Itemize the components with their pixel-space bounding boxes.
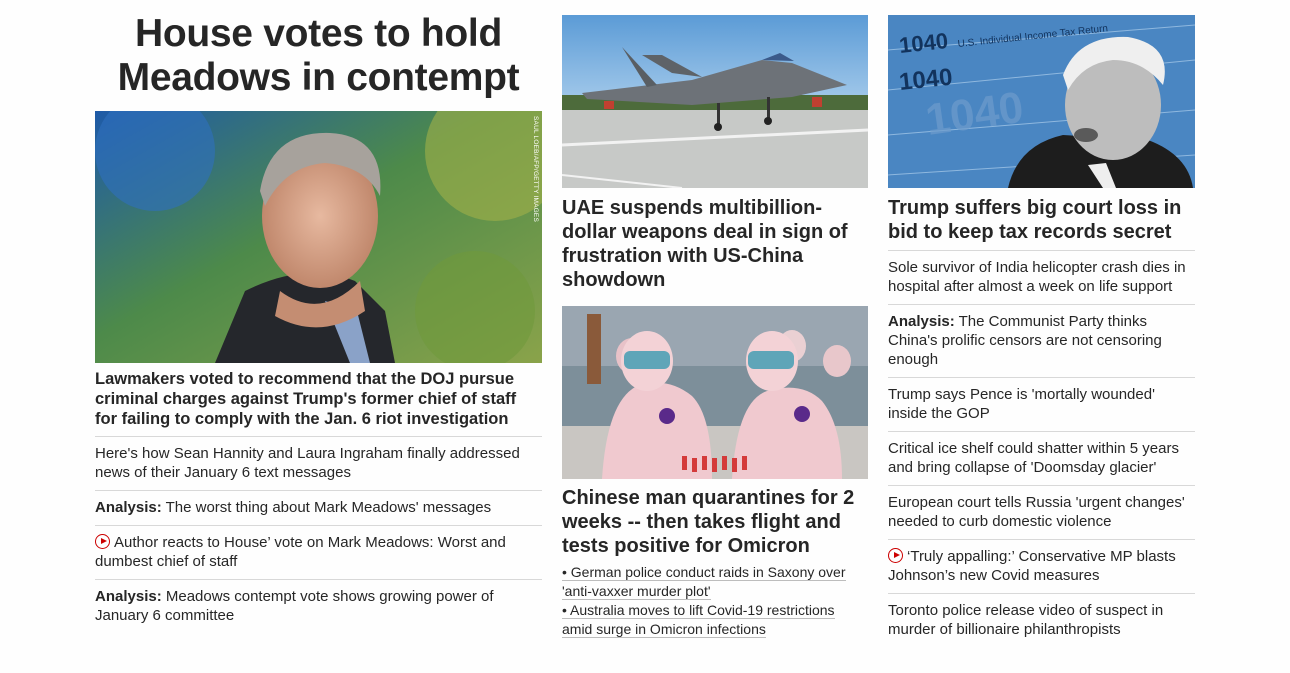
right-news-list: Sole survivor of India helicopter crash … (888, 250, 1195, 647)
news-text: European court tells Russia 'urgent chan… (888, 494, 1185, 530)
news-link[interactable]: Sole survivor of India helicopter crash … (888, 250, 1195, 304)
analysis-label: Analysis: (95, 588, 162, 605)
lead-caption[interactable]: Lawmakers voted to recommend that the DO… (95, 369, 542, 429)
analysis-label: Analysis: (95, 499, 162, 516)
f35-jet-photo[interactable] (562, 15, 868, 188)
related-text: The worst thing about Mark Meadows' mess… (161, 499, 492, 516)
lead-related-list: Here's how Sean Hannity and Laura Ingrah… (95, 436, 542, 633)
related-link[interactable]: Analysis: Meadows contempt vote shows gr… (95, 579, 542, 633)
trump-headline[interactable]: Trump suffers big court loss in bid to k… (888, 196, 1195, 244)
related-text: Author reacts to House’ vote on Mark Mea… (95, 534, 506, 570)
related-link[interactable]: Here's how Sean Hannity and Laura Ingrah… (95, 436, 542, 490)
omicron-headline[interactable]: Chinese man quarantines for 2 weeks -- t… (562, 486, 868, 558)
photo-credit: SAUL LOEB/AFP/GETTY IMAGES (532, 116, 539, 222)
sublink-australia[interactable]: • Australia moves to lift Covid-19 restr… (562, 601, 868, 639)
news-text: Critical ice shelf could shatter within … (888, 440, 1179, 476)
news-link[interactable]: Toronto police release video of suspect … (888, 593, 1195, 647)
svg-text:1040: 1040 (898, 64, 954, 96)
play-video-icon (888, 548, 903, 563)
omicron-workers-photo[interactable] (562, 306, 868, 479)
trump-tax-photo[interactable]: 1040 1040 U.S. Individual Income Tax Ret… (888, 15, 1195, 188)
lead-headline[interactable]: House votes to hold Meadows in contempt (95, 12, 542, 100)
news-link[interactable]: Critical ice shelf could shatter within … (888, 431, 1195, 485)
related-link[interactable]: Analysis: The worst thing about Mark Mea… (95, 490, 542, 525)
analysis-label: Analysis: (888, 313, 955, 330)
news-text: ‘Truly appalling:’ Conservative MP blast… (888, 548, 1176, 584)
news-link[interactable]: Trump says Pence is 'mortally wounded' i… (888, 377, 1195, 431)
omicron-sublinks: • German police conduct raids in Saxony … (562, 563, 868, 639)
form-number-text: 1040 (898, 28, 949, 58)
news-text: Sole survivor of India helicopter crash … (888, 259, 1186, 295)
news-text: Toronto police release video of suspect … (888, 602, 1164, 638)
sublink-text: • German police conduct raids in Saxony … (562, 564, 846, 600)
news-link[interactable]: Analysis: The Communist Party thinks Chi… (888, 304, 1195, 377)
news-text: Trump says Pence is 'mortally wounded' i… (888, 386, 1155, 422)
sublink-saxony[interactable]: • German police conduct raids in Saxony … (562, 563, 868, 601)
related-video-link[interactable]: Author reacts to House’ vote on Mark Mea… (95, 525, 542, 579)
related-text: Here's how Sean Hannity and Laura Ingrah… (95, 445, 520, 481)
news-link[interactable]: European court tells Russia 'urgent chan… (888, 485, 1195, 539)
play-video-icon (95, 534, 110, 549)
sublink-text: • Australia moves to lift Covid-19 restr… (562, 602, 835, 638)
meadows-photo[interactable] (95, 111, 542, 363)
uae-headline[interactable]: UAE suspends multibillion-dollar weapons… (562, 196, 868, 292)
news-video-link[interactable]: ‘Truly appalling:’ Conservative MP blast… (888, 539, 1195, 593)
